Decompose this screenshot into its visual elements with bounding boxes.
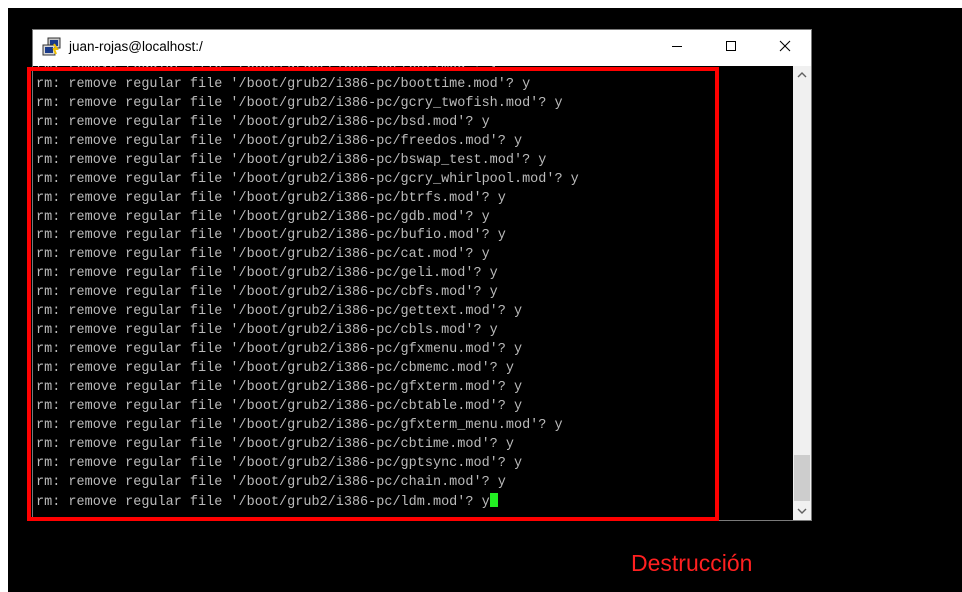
chevron-up-icon	[797, 66, 807, 84]
window-title: juan-rojas@localhost:/	[69, 39, 203, 54]
vertical-scrollbar[interactable]	[793, 66, 811, 520]
scroll-up-button[interactable]	[793, 66, 811, 84]
scroll-down-button[interactable]	[793, 502, 811, 520]
red-highlight-box	[27, 67, 719, 521]
minimize-button[interactable]	[654, 30, 700, 66]
putty-icon[interactable]	[42, 37, 62, 57]
close-icon	[779, 39, 791, 57]
close-button[interactable]	[762, 30, 808, 66]
title-bar[interactable]: juan-rojas@localhost:/	[33, 30, 811, 66]
minimize-icon	[671, 39, 683, 57]
scrollbar-thumb[interactable]	[794, 455, 810, 501]
maximize-icon	[725, 39, 737, 57]
annotation-caption: Destrucción	[631, 550, 753, 576]
chevron-down-icon	[797, 502, 807, 520]
maximize-button[interactable]	[708, 30, 754, 66]
